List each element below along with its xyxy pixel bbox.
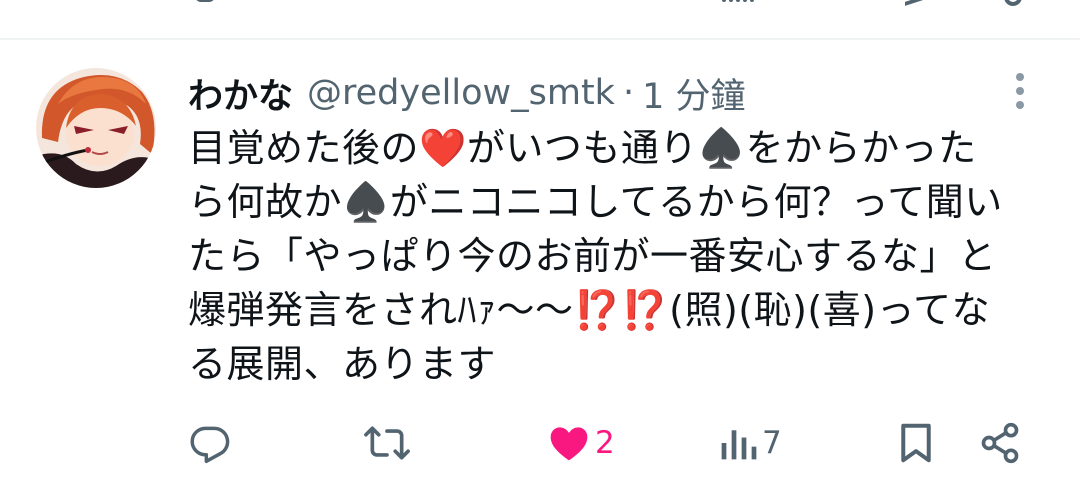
previous-views-icon[interactable] bbox=[722, 0, 754, 2]
like-count: 2 bbox=[595, 425, 615, 461]
bookmark-button[interactable] bbox=[896, 418, 936, 468]
separator-dot: · bbox=[622, 73, 635, 113]
avatar[interactable] bbox=[36, 68, 156, 188]
post-time[interactable]: 1 分鐘 bbox=[642, 68, 745, 119]
views-count: 7 bbox=[762, 425, 782, 461]
previous-share-icon[interactable] bbox=[1004, 0, 1022, 6]
tweet-actions: 2 7 bbox=[0, 418, 1080, 468]
author-name[interactable]: わかな bbox=[188, 68, 293, 119]
author-handle[interactable]: @redyellow_smtk bbox=[307, 73, 615, 113]
reply-button[interactable] bbox=[188, 418, 232, 468]
reply-icon bbox=[190, 426, 230, 464]
heart-filled-icon bbox=[550, 427, 588, 461]
bar-chart-icon bbox=[721, 430, 757, 460]
tweet-text-line: ら何故か♠️がニコニコしてるから何？って聞い bbox=[188, 180, 1003, 224]
tweet-text-line: る展開、あります bbox=[188, 342, 497, 386]
tweet-text-line: 目覚めた後の❤️がいつも通り♠️をからかった bbox=[188, 126, 977, 170]
bookmark-icon bbox=[901, 423, 931, 463]
like-button[interactable]: 2 bbox=[547, 418, 615, 468]
retweet-button[interactable] bbox=[362, 418, 412, 468]
more-options-icon[interactable] bbox=[1006, 70, 1034, 114]
retweet-icon bbox=[364, 426, 410, 460]
tweet-header: わかな @redyellow_smtk · 1 分鐘 bbox=[188, 66, 746, 120]
share-button[interactable] bbox=[978, 418, 1022, 468]
tweet-text-line: たら「やっぱり今のお前が一番安心するな」と bbox=[188, 234, 997, 278]
previous-tweet-actions bbox=[0, 0, 1080, 8]
avatar-image bbox=[36, 68, 156, 188]
tweet-divider bbox=[0, 38, 1080, 40]
previous-bookmark-icon[interactable] bbox=[905, 0, 929, 6]
views-button[interactable]: 7 bbox=[718, 418, 782, 468]
tweet-text-line: 爆弾発言をされﾊｧ～～⁉️⁉️(照)(恥)(喜)ってな bbox=[188, 288, 991, 332]
share-icon bbox=[981, 422, 1019, 464]
previous-retweet-icon[interactable] bbox=[195, 0, 215, 2]
tweet-text: 目覚めた後の❤️がいつも通り♠️をからかった ら何故か♠️がニコニコしてるから何… bbox=[188, 121, 1038, 391]
